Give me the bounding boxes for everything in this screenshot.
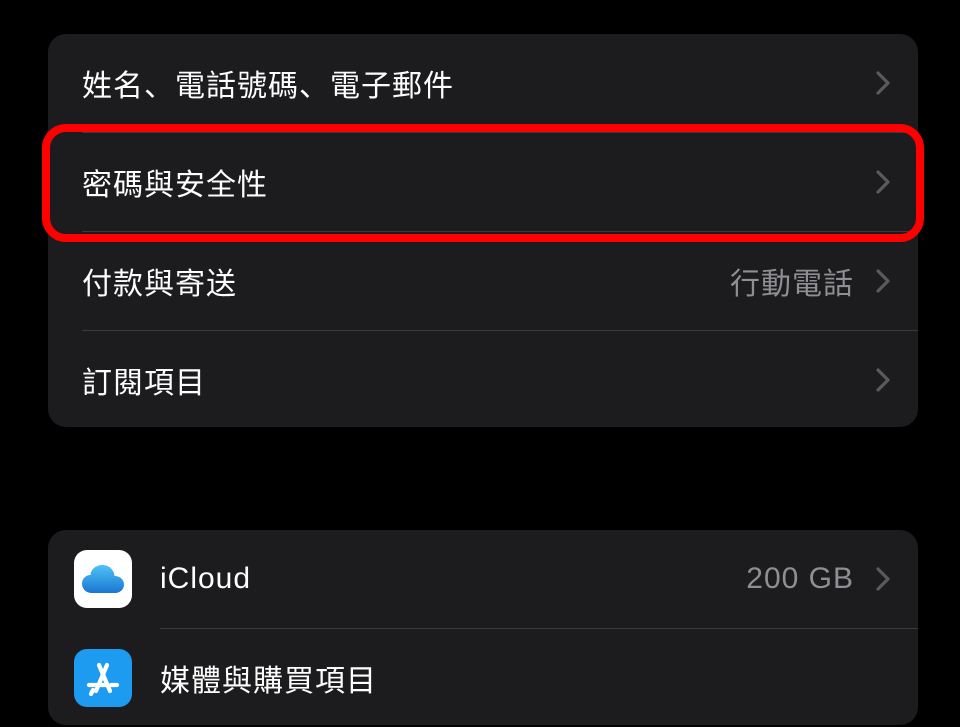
chevron-right-icon: [876, 71, 890, 95]
row-label: 媒體與購買項目: [160, 656, 890, 700]
row-detail: 200 GB: [746, 562, 854, 596]
row-icloud[interactable]: iCloud 200 GB: [48, 530, 918, 628]
row-subscriptions[interactable]: 訂閱項目: [48, 331, 918, 429]
services-group: iCloud 200 GB 媒體與購買項目: [48, 530, 918, 725]
chevron-right-icon: [876, 269, 890, 293]
icloud-icon: [74, 550, 132, 608]
appstore-icon: [74, 649, 132, 707]
settings-apple-id-screen: 姓名、電話號碼、電子郵件 密碼與安全性 付款與寄送 行動電話 訂閱項目: [0, 0, 960, 725]
row-media-purchases[interactable]: 媒體與購買項目: [48, 629, 918, 727]
row-name-phone-email[interactable]: 姓名、電話號碼、電子郵件: [48, 34, 918, 132]
row-label: 姓名、電話號碼、電子郵件: [82, 61, 876, 105]
chevron-right-icon: [876, 567, 890, 591]
row-label: 訂閱項目: [82, 358, 876, 402]
row-detail: 行動電話: [730, 259, 854, 303]
chevron-right-icon: [876, 170, 890, 194]
row-label: 付款與寄送: [82, 259, 730, 303]
row-password-security[interactable]: 密碼與安全性: [48, 133, 918, 231]
account-settings-group: 姓名、電話號碼、電子郵件 密碼與安全性 付款與寄送 行動電話 訂閱項目: [48, 34, 918, 427]
chevron-right-icon: [876, 368, 890, 392]
row-payment-shipping[interactable]: 付款與寄送 行動電話: [48, 232, 918, 330]
row-label: iCloud: [160, 562, 746, 596]
row-label: 密碼與安全性: [82, 160, 876, 204]
